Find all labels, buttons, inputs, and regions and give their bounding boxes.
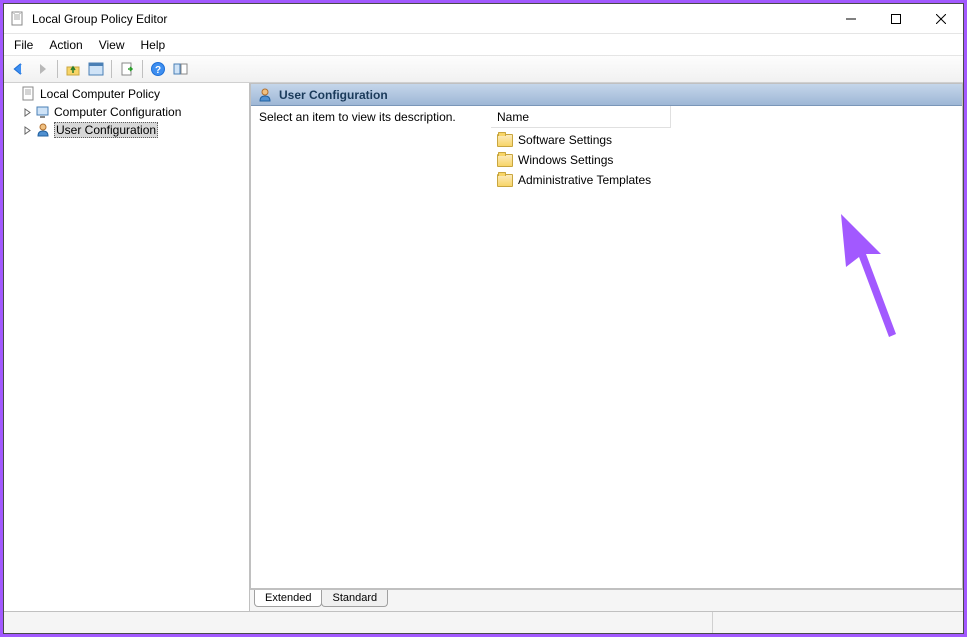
- menu-view[interactable]: View: [91, 36, 133, 54]
- list-item-windows-settings[interactable]: Windows Settings: [491, 150, 962, 170]
- main-area: Local Computer Policy Computer Configura…: [4, 83, 963, 611]
- policy-icon: [21, 86, 37, 102]
- toolbar: ?: [4, 56, 963, 83]
- expand-icon[interactable]: [22, 125, 32, 135]
- menu-action[interactable]: Action: [41, 36, 90, 54]
- minimize-button[interactable]: [828, 4, 873, 33]
- tab-extended[interactable]: Extended: [254, 590, 322, 607]
- user-icon: [257, 87, 273, 103]
- svg-text:?: ?: [155, 65, 161, 76]
- expand-icon[interactable]: [22, 107, 32, 117]
- export-button[interactable]: [116, 58, 138, 80]
- maximize-button[interactable]: [873, 4, 918, 33]
- content-header: User Configuration: [251, 84, 962, 106]
- up-level-button[interactable]: [62, 58, 84, 80]
- column-header-name[interactable]: Name: [491, 106, 671, 128]
- tree-item-computer-config[interactable]: Computer Configuration: [4, 103, 249, 121]
- close-button[interactable]: [918, 4, 963, 33]
- tree-item-label: User Configuration: [54, 122, 158, 138]
- folder-icon: [497, 134, 513, 147]
- app-icon: [10, 11, 26, 27]
- tree-item-label: Computer Configuration: [54, 105, 181, 119]
- user-icon: [35, 122, 51, 138]
- content-pane: User Configuration Select an item to vie…: [250, 83, 963, 611]
- window-title: Local Group Policy Editor: [10, 11, 828, 27]
- content-body: User Configuration Select an item to vie…: [250, 83, 963, 589]
- content-header-title: User Configuration: [279, 88, 388, 102]
- titlebar: Local Group Policy Editor: [4, 4, 963, 34]
- tab-standard[interactable]: Standard: [321, 590, 388, 607]
- back-button[interactable]: [8, 58, 30, 80]
- show-hide-button[interactable]: [170, 58, 192, 80]
- forward-button[interactable]: [31, 58, 53, 80]
- list-view[interactable]: Name Software Settings Windows Settings: [491, 106, 962, 588]
- menubar: File Action View Help: [4, 34, 963, 56]
- view-tabs: Extended Standard: [250, 589, 963, 611]
- menu-file[interactable]: File: [6, 36, 41, 54]
- app-window: Local Group Policy Editor File Action Vi…: [3, 3, 964, 634]
- folder-icon: [497, 174, 513, 187]
- window-controls: [828, 4, 963, 33]
- help-button[interactable]: ?: [147, 58, 169, 80]
- folder-icon: [497, 154, 513, 167]
- computer-icon: [35, 104, 51, 120]
- status-cell: [713, 612, 963, 633]
- menu-help[interactable]: Help: [133, 36, 174, 54]
- description-text: Select an item to view its description.: [251, 106, 491, 588]
- tree-item-user-config[interactable]: User Configuration: [4, 121, 249, 139]
- properties-button[interactable]: [85, 58, 107, 80]
- statusbar: [4, 611, 963, 633]
- status-cell: [4, 612, 713, 633]
- tree-root[interactable]: Local Computer Policy: [4, 85, 249, 103]
- tree-root-label: Local Computer Policy: [40, 87, 160, 101]
- tree-pane[interactable]: Local Computer Policy Computer Configura…: [4, 83, 250, 611]
- list-item-administrative-templates[interactable]: Administrative Templates: [491, 170, 962, 190]
- list-item-software-settings[interactable]: Software Settings: [491, 130, 962, 150]
